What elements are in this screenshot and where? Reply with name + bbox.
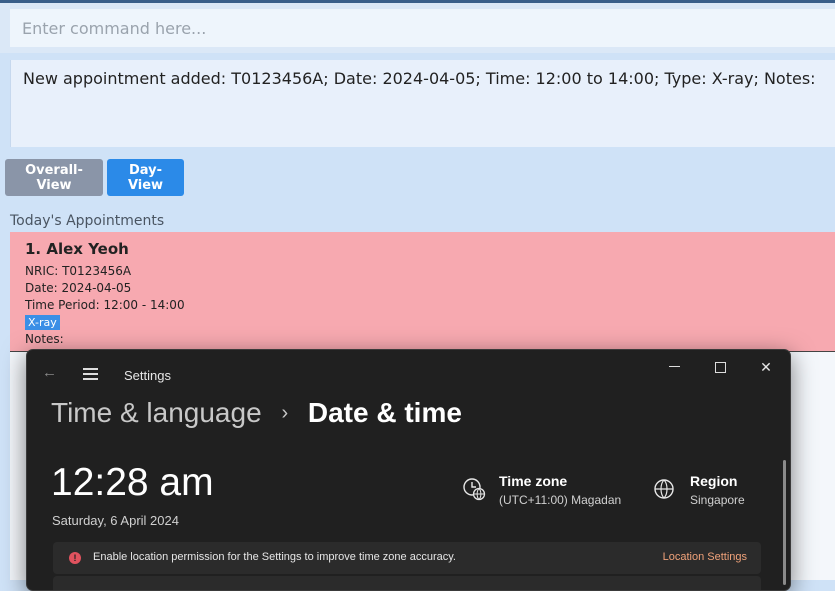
hamburger-menu-icon[interactable] [83, 368, 98, 383]
appointment-date: Date: 2024-04-05 [25, 281, 132, 295]
close-icon[interactable]: ✕ [756, 359, 776, 376]
command-input[interactable] [10, 9, 835, 47]
region-label: Region [690, 473, 738, 489]
command-bar [0, 3, 835, 53]
result-display: New appointment added: T0123456A; Date: … [10, 60, 835, 147]
day-view-button[interactable]: Day-View [107, 159, 184, 196]
result-text: New appointment added: T0123456A; Date: … [23, 69, 816, 88]
breadcrumb-separator: › [281, 402, 289, 424]
notice-text: Enable location permission for the Setti… [93, 551, 456, 563]
overall-view-button[interactable]: Overall-View [5, 159, 103, 196]
region-value: Singapore [690, 493, 745, 507]
current-time: 12:28 am [51, 461, 214, 504]
next-settings-row [53, 576, 761, 590]
settings-titlebar[interactable]: ← Settings ✕ [27, 350, 790, 396]
appointment-notes: Notes: [25, 332, 64, 346]
timezone-value: (UTC+11:00) Magadan [499, 493, 622, 507]
settings-window: ← Settings ✕ Time & language › Date & ti… [26, 349, 791, 591]
maximize-icon[interactable] [710, 359, 730, 373]
appointment-type-tag: X-ray [25, 315, 60, 330]
back-arrow-icon[interactable]: ← [42, 364, 57, 381]
section-title: Today's Appointments [10, 213, 165, 229]
appointment-card[interactable]: 1. Alex Yeoh NRIC: T0123456A Date: 2024-… [10, 232, 835, 352]
breadcrumb: Time & language › Date & time [51, 397, 462, 429]
location-notice: ! Enable location permission for the Set… [53, 542, 761, 574]
appointment-index: 1. [25, 240, 42, 258]
appointment-nric: NRIC: T0123456A [25, 264, 132, 278]
appointment-title: 1. Alex Yeoh [25, 240, 820, 258]
scrollbar[interactable] [783, 460, 786, 585]
minimize-icon[interactable] [664, 359, 684, 367]
location-settings-link[interactable]: Location Settings [663, 551, 747, 563]
timezone-label: Time zone [499, 473, 568, 489]
current-date: Saturday, 6 April 2024 [52, 513, 179, 528]
globe-icon [654, 479, 674, 499]
clock-globe-icon [463, 478, 486, 501]
patient-name: Alex Yeoh [46, 240, 129, 258]
breadcrumb-current: Date & time [307, 397, 462, 428]
error-icon: ! [69, 552, 81, 564]
window-title: Settings [124, 368, 171, 383]
breadcrumb-parent[interactable]: Time & language [51, 397, 262, 428]
appointment-time-period: Time Period: 12:00 - 14:00 [25, 298, 185, 312]
